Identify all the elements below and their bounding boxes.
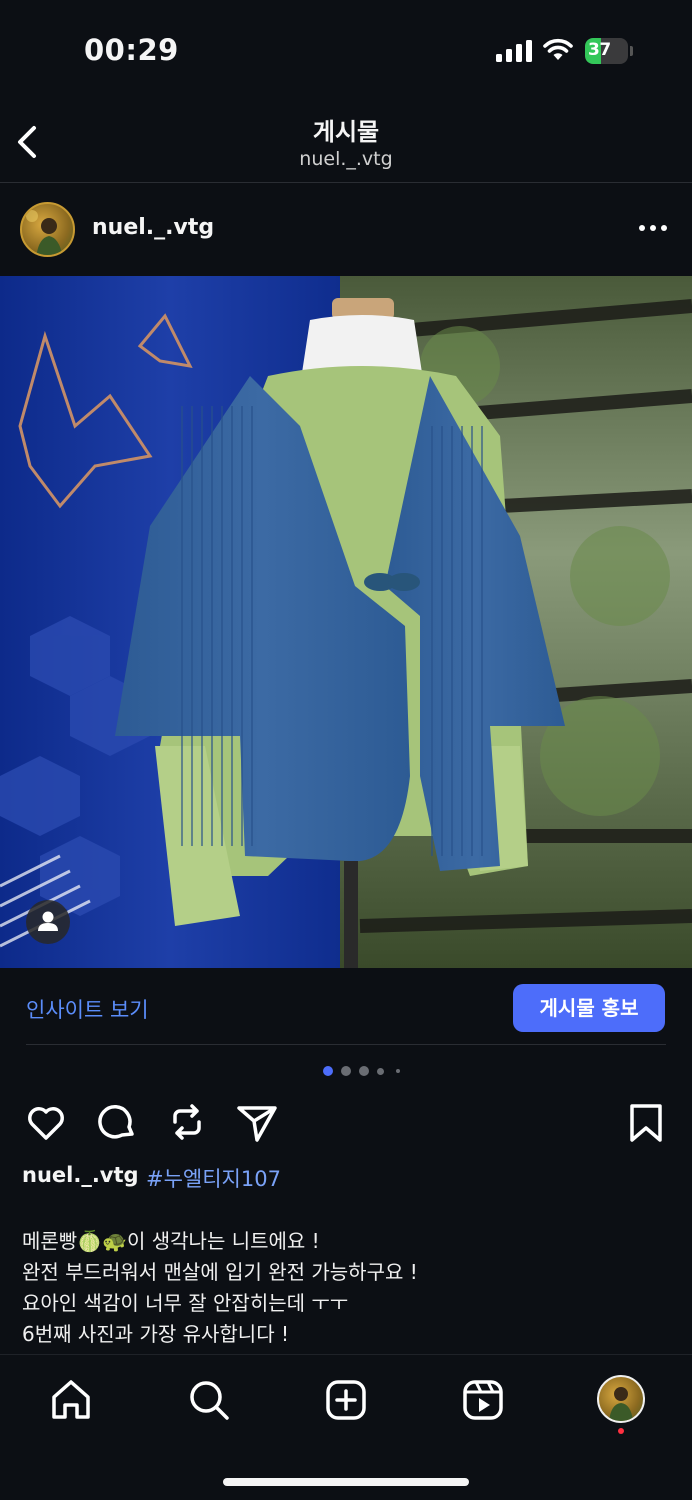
carousel-dot bbox=[359, 1066, 369, 1076]
post-username[interactable]: nuel._.vtg bbox=[92, 215, 214, 240]
reels-icon[interactable] bbox=[460, 1377, 506, 1423]
post-author-row: nuel._.vtg bbox=[0, 183, 692, 275]
search-icon[interactable] bbox=[186, 1377, 232, 1423]
view-insights-link[interactable]: 인사이트 보기 bbox=[26, 994, 149, 1024]
home-icon[interactable] bbox=[48, 1377, 94, 1423]
carousel-dot bbox=[341, 1066, 351, 1076]
promote-post-button[interactable]: 게시물 홍보 bbox=[513, 984, 665, 1032]
profile-tab-avatar[interactable] bbox=[597, 1375, 645, 1423]
insights-divider bbox=[26, 1044, 666, 1045]
battery-indicator: 37 bbox=[585, 38, 633, 64]
home-indicator bbox=[223, 1478, 469, 1486]
repost-icon[interactable] bbox=[165, 1100, 209, 1144]
caption-text: 메론빵🍈🐢이 생각나는 니트에요 ! 완전 부드러워서 맨살에 입기 완전 가능… bbox=[22, 1229, 418, 1346]
page-subtitle: nuel._.vtg bbox=[299, 148, 393, 170]
post-action-bar bbox=[0, 1094, 692, 1148]
avatar[interactable] bbox=[20, 202, 75, 257]
post-image[interactable] bbox=[0, 276, 692, 968]
status-time: 00:29 bbox=[84, 33, 179, 67]
send-icon[interactable] bbox=[235, 1100, 279, 1144]
carousel-dot bbox=[323, 1066, 333, 1076]
carousel-dot bbox=[377, 1068, 384, 1075]
user-tag-icon[interactable] bbox=[26, 900, 70, 944]
comment-icon[interactable] bbox=[95, 1100, 139, 1144]
caption-username[interactable]: nuel._.vtg bbox=[22, 1163, 139, 1187]
battery-percent: 37 bbox=[588, 40, 611, 60]
wifi-icon bbox=[543, 38, 573, 60]
page-title: 게시물 bbox=[312, 118, 380, 146]
caption-hashtag[interactable]: #누엘티지107 bbox=[146, 1163, 281, 1193]
bookmark-icon[interactable] bbox=[624, 1100, 668, 1144]
cellular-signal-icon bbox=[496, 40, 532, 62]
heart-icon[interactable] bbox=[24, 1100, 68, 1144]
more-horizontal-icon[interactable] bbox=[636, 218, 670, 238]
insights-row: 인사이트 보기 게시물 홍보 bbox=[0, 968, 692, 1046]
carousel-dot bbox=[396, 1069, 400, 1073]
post-header-bar: 게시물 nuel._.vtg bbox=[0, 100, 692, 182]
plus-square-icon[interactable] bbox=[323, 1377, 369, 1423]
status-bar: 00:29 37 bbox=[0, 0, 692, 100]
carousel-indicator bbox=[0, 1066, 692, 1078]
notification-dot bbox=[618, 1428, 624, 1434]
